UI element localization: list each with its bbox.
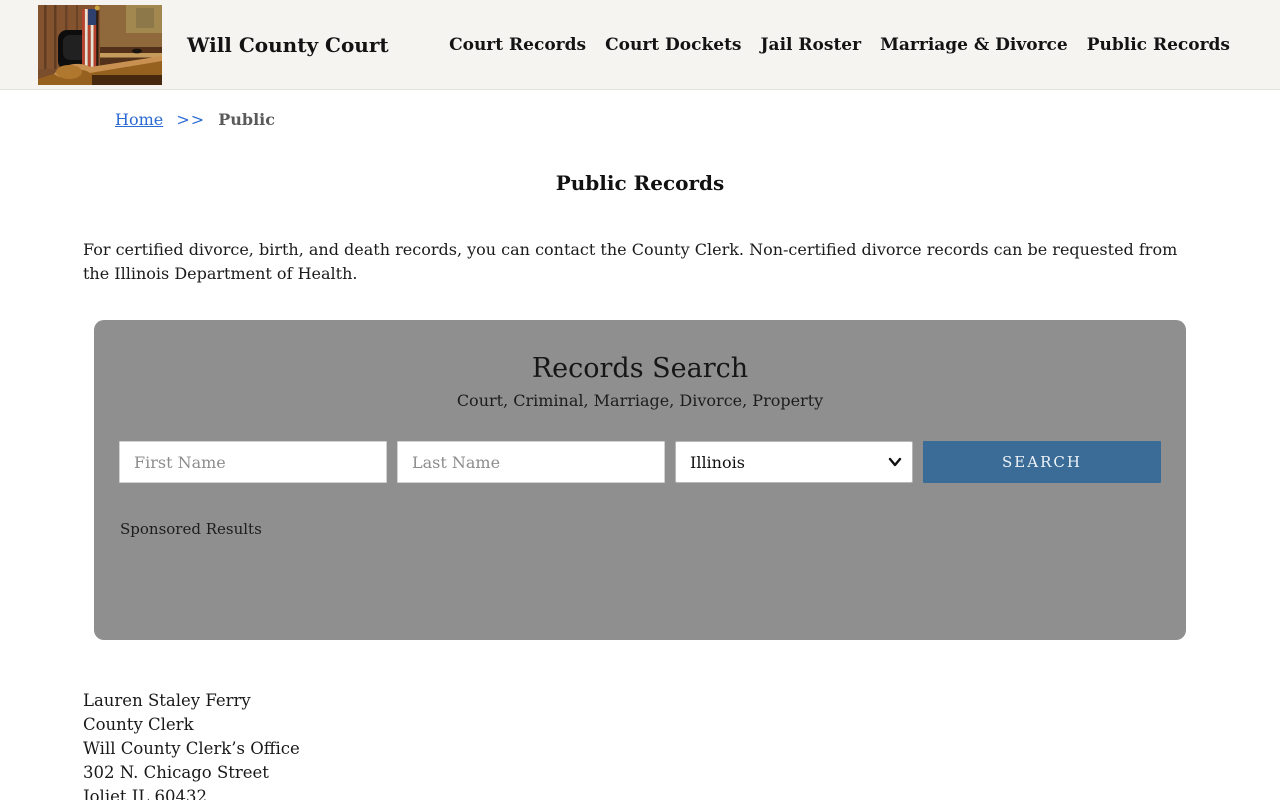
breadcrumb-current: Public <box>218 110 275 129</box>
breadcrumb-separator: >> <box>176 110 206 129</box>
sponsored-results-label: Sponsored Results <box>120 520 262 538</box>
courtroom-photo-icon <box>38 4 162 85</box>
main-content: Public Records For certified divorce, bi… <box>83 171 1197 800</box>
nav-item-public-records[interactable]: Public Records <box>1087 35 1230 55</box>
clerk-street: 302 N. Chicago Street <box>83 763 269 782</box>
clerk-contact-block: Lauren Staley Ferry County Clerk Will Co… <box>83 689 1197 800</box>
clerk-title: County Clerk <box>83 715 194 734</box>
page-title: Public Records <box>555 171 725 195</box>
search-button[interactable]: SEARCH <box>923 441 1161 483</box>
nav-item-court-records[interactable]: Court Records <box>449 35 586 55</box>
breadcrumb-home-link[interactable]: Home <box>115 110 163 129</box>
state-select[interactable]: Illinois <box>675 441 913 483</box>
site-title: Will County Court <box>187 32 389 57</box>
state-select-wrap: Illinois <box>675 441 913 483</box>
site-header: Will County Court Court Records Court Do… <box>0 0 1280 90</box>
breadcrumb: Home >> Public <box>115 110 1280 129</box>
clerk-city: Joliet IL 60432 <box>83 787 207 800</box>
records-search-subtitle: Court, Criminal, Marriage, Divorce, Prop… <box>456 391 824 410</box>
site-logo[interactable] <box>38 4 162 85</box>
records-search-title: Records Search <box>531 353 749 384</box>
intro-paragraph: For certified divorce, birth, and death … <box>83 240 1178 283</box>
search-form-row: Illinois SEARCH <box>119 441 1161 483</box>
clerk-office: Will County Clerk’s Office <box>83 739 300 758</box>
last-name-input[interactable] <box>397 441 665 483</box>
clerk-name: Lauren Staley Ferry <box>83 691 251 710</box>
nav-item-court-dockets[interactable]: Court Dockets <box>605 35 741 55</box>
nav-item-jail-roster[interactable]: Jail Roster <box>761 35 862 55</box>
main-nav: Court Records Court Dockets Jail Roster … <box>449 35 1230 55</box>
nav-item-marriage-divorce[interactable]: Marriage & Divorce <box>880 35 1068 55</box>
records-search-panel: Records Search Court, Criminal, Marriage… <box>94 320 1186 640</box>
first-name-input[interactable] <box>119 441 387 483</box>
panel-spacer <box>119 538 1161 595</box>
